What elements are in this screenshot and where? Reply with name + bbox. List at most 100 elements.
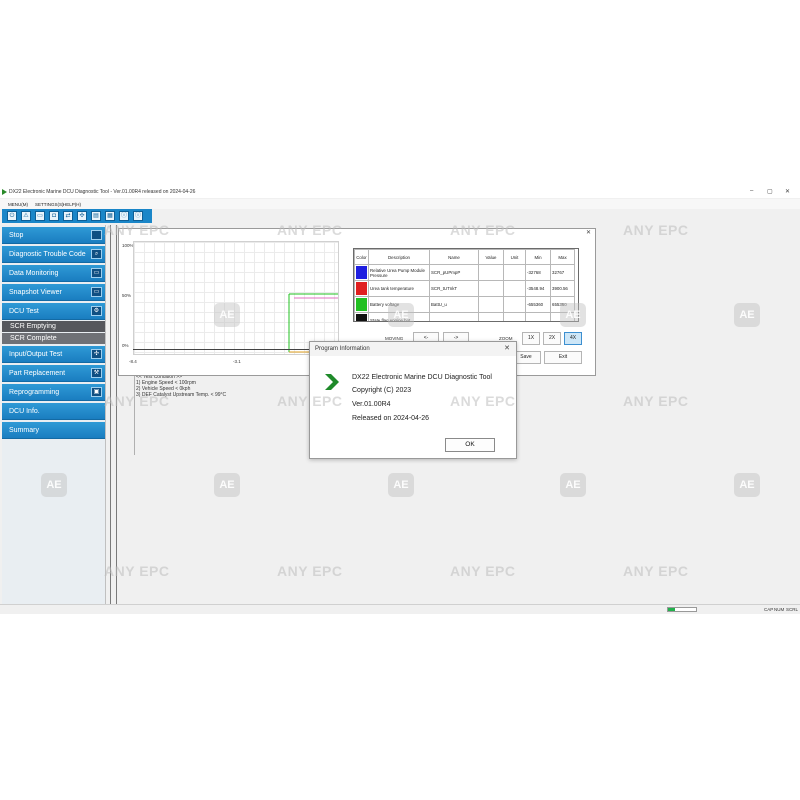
io-icon[interactable]: ⇄: [63, 211, 73, 221]
report-icon[interactable]: ▦: [105, 211, 115, 221]
param-description: Battery voltage: [368, 296, 430, 313]
series-color-swatch: [356, 298, 367, 311]
caps-indicator: CAP: [764, 607, 774, 612]
param-name: SCR_pUPmpP: [429, 264, 479, 281]
maximize-button[interactable]: ▢: [767, 188, 773, 195]
series-color-swatch: [356, 282, 367, 295]
dialog-version: Ver.01.00R4: [352, 401, 391, 408]
snapshot-icon: ▭: [91, 287, 102, 297]
dtc-icon: ⌕: [91, 249, 102, 259]
sidebar-item-label: Summary: [9, 427, 39, 434]
param-name: [429, 312, 479, 321]
sidebar-item-part-replacement[interactable]: Part Replacement ⚒: [2, 365, 105, 382]
exit-button[interactable]: Exit: [544, 351, 582, 364]
param-description: State flag engine hot: [368, 312, 430, 321]
menu-help[interactable]: HELP(H): [63, 202, 81, 207]
sidebar-item-snapshot-viewer[interactable]: Snapshot Viewer ▭: [2, 284, 105, 301]
sidebar-item-summary[interactable]: Summary: [2, 422, 105, 439]
camera-icon[interactable]: ◘: [49, 211, 59, 221]
sidebar-item-reprogramming[interactable]: Reprogramming ▣: [2, 384, 105, 401]
param-unit: [503, 264, 526, 281]
menu-bar: MENU(M) SETTINGS(S) HELP(H): [0, 199, 800, 209]
param-min: -655360: [525, 296, 551, 313]
sidebar: Stop Diagnostic Trouble Code ⌕ Data Moni…: [2, 225, 106, 611]
param-value: [478, 280, 504, 297]
menu-main[interactable]: MENU(M): [8, 202, 28, 207]
num-indicator: NUM: [774, 607, 785, 612]
stop-icon: [91, 230, 102, 240]
app-logo-icon: [2, 189, 7, 195]
window-title: DX22 Electronic Marine DCU Diagnostic To…: [9, 189, 196, 195]
sidebar-item-dcu-test[interactable]: DCU Test ⚙: [2, 303, 105, 320]
series-color-swatch: [356, 266, 367, 279]
column-header: Description: [368, 249, 430, 265]
param-unit: [503, 296, 526, 313]
dcu-icon[interactable]: ▤: [91, 211, 101, 221]
column-header: Name: [429, 249, 479, 265]
param-max: 3900.56: [550, 280, 575, 297]
close-window-button[interactable]: ✕: [785, 188, 790, 195]
sidebar-item-label: Stop: [9, 232, 24, 239]
sidebar-item-diagnostic-trouble-code[interactable]: Diagnostic Trouble Code ⌕: [2, 246, 105, 263]
part-icon: ⚒: [91, 368, 102, 378]
info-icon[interactable]: ⓘ: [133, 211, 143, 221]
sidebar-item-stop[interactable]: Stop: [2, 227, 105, 244]
y-tick-label: 0%: [122, 343, 129, 348]
table-row[interactable]: Relative Urea Pump Module Pressure SCR_p…: [354, 264, 575, 281]
dcu-test-icon: ⚙: [91, 306, 102, 316]
table-header-row: Color Description Name Value Unit Min Ma…: [354, 249, 575, 265]
trend-plot: [133, 241, 339, 355]
table-row[interactable]: State flag engine hot: [354, 312, 575, 321]
zoom-2x-button[interactable]: 2X: [543, 332, 561, 345]
sidebar-item-data-monitoring[interactable]: Data Monitoring ▭: [2, 265, 105, 282]
graph-close-button[interactable]: ✕: [586, 229, 591, 236]
param-unit: [503, 312, 526, 321]
parameter-table: Color Description Name Value Unit Min Ma…: [353, 248, 579, 322]
table-row[interactable]: Urea tank temperature SCR_tUTnkT -3548.9…: [354, 280, 575, 297]
param-name: SCR_tUTnkT: [429, 280, 479, 297]
info-circle-icon[interactable]: ⓘ: [119, 211, 129, 221]
dialog-copyright: Copyright (C) 2023: [352, 387, 412, 394]
x-tick-label: -3.1: [233, 359, 241, 364]
move-icon[interactable]: ✣: [77, 211, 87, 221]
warning-icon[interactable]: ⚠: [21, 211, 31, 221]
param-value: [478, 296, 504, 313]
workspace-divider: [110, 225, 111, 605]
param-value: [478, 264, 504, 281]
sidebar-item-input-output-test[interactable]: Input/Output Test ✣: [2, 346, 105, 363]
param-min: -32768: [525, 264, 551, 281]
sidebar-subitem-scr-emptying[interactable]: SCR Emptying: [2, 321, 105, 332]
param-unit: [503, 280, 526, 297]
sidebar-subitem-scr-complete[interactable]: SCR Complete: [2, 333, 105, 344]
workspace-divider: [134, 375, 135, 455]
sidebar-item-label: Data Monitoring: [9, 270, 59, 277]
minimize-button[interactable]: –: [750, 188, 753, 194]
series-color-swatch: [356, 314, 367, 321]
program-information-dialog: Program Information ✕ DX22 Electronic Ma…: [309, 341, 517, 459]
ok-button[interactable]: OK: [445, 438, 495, 452]
column-header: Value: [478, 249, 504, 265]
table-row[interactable]: Battery voltage BattU_u -655360 655360: [354, 296, 575, 313]
reprogram-icon: ▣: [91, 387, 102, 397]
param-description: Urea tank temperature: [368, 280, 430, 297]
monitor-icon[interactable]: ▭: [35, 211, 45, 221]
sidebar-item-dcu-info[interactable]: DCU Info.: [2, 403, 105, 420]
y-tick-label: 50%: [122, 293, 132, 298]
menu-settings[interactable]: SETTINGS(S): [35, 202, 64, 207]
column-header: Max: [550, 249, 575, 265]
y-tick-label: 100%: [122, 243, 134, 248]
zoom-4x-button[interactable]: 4X: [564, 332, 582, 345]
power-icon[interactable]: ⏻: [7, 211, 17, 221]
param-name: BattU_u: [429, 296, 479, 313]
column-header: Unit: [503, 249, 526, 265]
x-tick-label: -8.4: [129, 359, 137, 364]
sidebar-item-label: Reprogramming: [9, 389, 60, 396]
sidebar-item-label: DCU Test: [9, 308, 39, 315]
sidebar-item-label: Diagnostic Trouble Code: [9, 251, 86, 258]
param-max: 32767: [550, 264, 575, 281]
status-progress: [667, 607, 697, 612]
test-condition-line: 3) DEF Catalyst Upstream Temp. < 99°C: [136, 392, 227, 398]
zoom-1x-button[interactable]: 1X: [522, 332, 540, 345]
sidebar-item-label: DCU Info.: [9, 408, 40, 415]
dialog-close-button[interactable]: ✕: [504, 342, 510, 356]
